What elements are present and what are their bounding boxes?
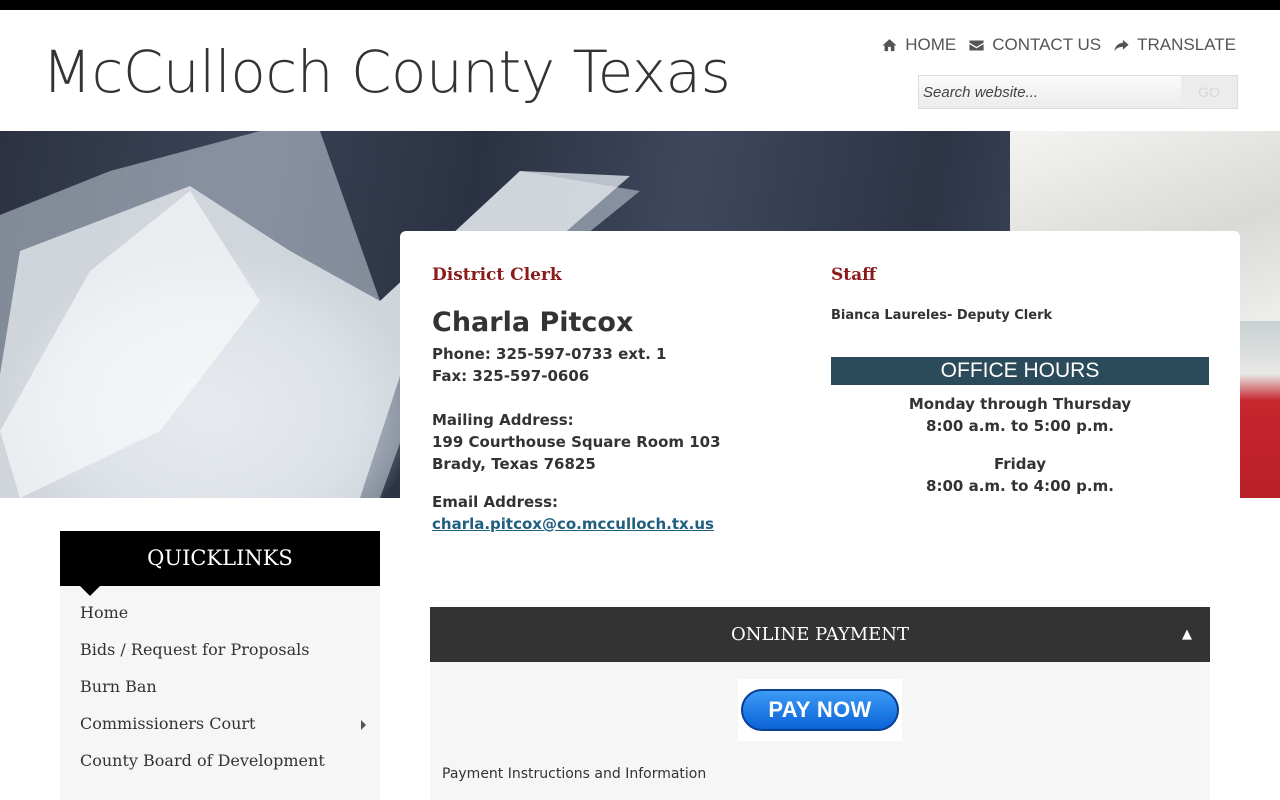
site-title[interactable]: McCulloch County Texas <box>42 38 731 106</box>
online-payment-title: ONLINE PAYMENT <box>730 624 910 645</box>
email-label: Email Address: <box>432 493 559 511</box>
staff-heading: Staff <box>831 265 877 285</box>
office-hours-block: Monday through Thursday 8:00 a.m. to 5:0… <box>831 393 1209 437</box>
office-hours-time: 8:00 a.m. to 5:00 p.m. <box>926 417 1114 435</box>
phone-text: Phone: 325-597-0733 ext. 1 <box>432 345 667 363</box>
quicklink-burn-ban[interactable]: Burn Ban <box>60 678 380 715</box>
search-form: GO <box>918 75 1238 109</box>
quicklink-bids[interactable]: Bids / Request for Proposals <box>60 641 380 678</box>
payment-instructions-text: Payment Instructions and Information <box>442 766 707 782</box>
quicklinks-list: Home Bids / Request for Proposals Burn B… <box>60 586 380 800</box>
online-payment-body: PAY NOW Payment Instructions and Informa… <box>430 662 1210 800</box>
top-navigation: HOME CONTACT US TRANSLATE <box>881 35 1236 55</box>
nav-contact-link[interactable]: CONTACT US <box>968 35 1101 55</box>
quicklink-commissioners-court[interactable]: Commissioners Court <box>60 715 380 752</box>
home-icon <box>882 38 897 51</box>
quicklinks-panel: QUICKLINKS Home Bids / Request for Propo… <box>60 531 380 800</box>
mailing-address-label: Mailing Address: <box>432 411 574 429</box>
quicklink-label: Bids / Request for Proposals <box>80 640 310 659</box>
site-header: McCulloch County Texas HOME CONTACT US T… <box>0 10 1280 131</box>
nav-translate-link[interactable]: TRANSLATE <box>1113 35 1236 55</box>
contact-card: District Clerk Staff Charla Pitcox Phone… <box>400 231 1240 571</box>
office-hours-block: Friday 8:00 a.m. to 4:00 p.m. <box>831 453 1209 497</box>
staff-member: Bianca Laureles- Deputy Clerk <box>831 308 1053 323</box>
office-hours-time: 8:00 a.m. to 4:00 p.m. <box>926 477 1114 495</box>
quicklink-home[interactable]: Home <box>60 604 380 641</box>
office-hours-title: OFFICE HOURS <box>831 357 1209 385</box>
fax-text: Fax: 325-597-0606 <box>432 367 590 385</box>
top-bar <box>0 0 1280 10</box>
email-link[interactable]: charla.pitcox@co.mcculloch.tx.us <box>432 513 714 535</box>
share-icon <box>1114 39 1129 51</box>
online-payment-section: ONLINE PAYMENT ▲ PAY NOW Payment Instruc… <box>430 607 1210 800</box>
pay-now-button[interactable]: PAY NOW <box>741 689 899 731</box>
search-go-button[interactable]: GO <box>1181 76 1237 108</box>
quicklink-county-board[interactable]: County Board of Development <box>60 752 380 789</box>
address-line-2: Brady, Texas 76825 <box>432 455 596 473</box>
quicklink-label: Home <box>80 603 129 622</box>
office-hours-days: Friday <box>993 455 1046 473</box>
quicklink-label: Commissioners Court <box>80 714 256 733</box>
nav-home-label: HOME <box>905 35 957 54</box>
nav-translate-label: TRANSLATE <box>1137 35 1236 54</box>
quicklink-label: Burn Ban <box>80 677 157 696</box>
nav-home-link[interactable]: HOME <box>881 35 956 55</box>
search-input[interactable] <box>919 76 1181 108</box>
online-payment-toggle[interactable]: ONLINE PAYMENT ▲ <box>430 607 1210 662</box>
office-hours-days: Monday through Thursday <box>908 395 1132 413</box>
envelope-icon <box>969 40 984 50</box>
official-name: Charla Pitcox <box>432 307 634 338</box>
submenu-caret-icon[interactable] <box>361 720 366 730</box>
nav-contact-label: CONTACT US <box>992 35 1102 54</box>
quicklinks-title: QUICKLINKS <box>60 531 380 596</box>
collapse-arrow-icon[interactable]: ▲ <box>1182 607 1192 662</box>
address-line-1: 199 Courthouse Square Room 103 <box>432 433 721 451</box>
quicklink-label: County Board of Development <box>80 751 325 770</box>
pay-now-wrapper: PAY NOW <box>738 679 902 741</box>
department-heading: District Clerk <box>432 265 562 285</box>
